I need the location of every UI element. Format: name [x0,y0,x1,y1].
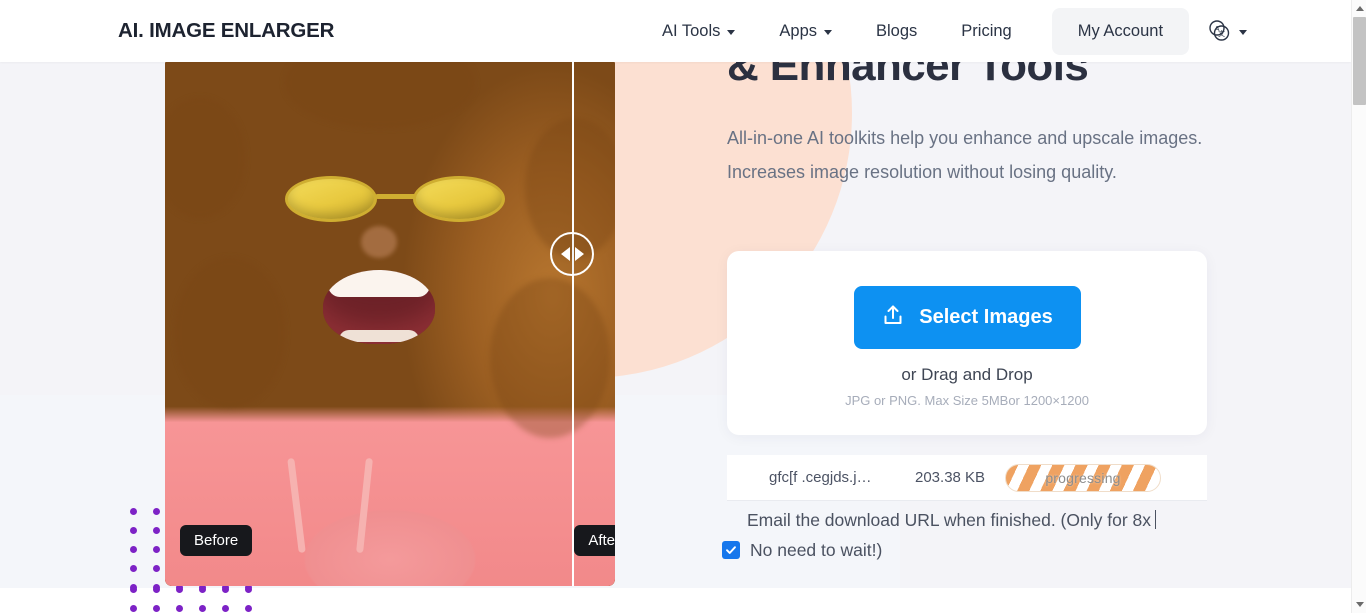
file-limit-text: JPG or PNG. Max Size 5MBor 1200×1200 [845,393,1089,408]
translate-language-icon: A 文 [1207,19,1231,43]
scroll-down-arrow-icon[interactable] [1352,597,1366,612]
nav-item-ai-tools[interactable]: AI Tools [640,14,757,49]
file-row: gfc[f .cegjds.j… 203.38 KB progressing [727,455,1207,501]
email-notification-option: Email the download URL when finished. (O… [722,505,1222,565]
main-navigation: AI Tools Apps Blogs Pricing My Account A… [640,7,1248,55]
chevron-down-icon [1239,29,1248,35]
decorative-dot [130,546,137,553]
file-name: gfc[f .cegjds.j… [769,469,872,486]
decorative-dot [153,586,160,593]
decorative-dot [222,605,229,612]
progress-status-badge: progressing [1005,463,1161,492]
hero-description: All-in-one AI toolkits help you enhance … [727,128,1203,182]
scrollbar-thumb[interactable] [1353,17,1366,105]
decorative-dot [130,605,137,612]
language-selector[interactable]: A 文 [1207,19,1248,43]
decorative-dot [245,605,252,612]
text-cursor [1155,510,1156,529]
decorative-dot [153,565,160,572]
drag-and-drop-text: or Drag and Drop [901,365,1033,384]
email-option-text-line2: No need to wait!) [722,535,1222,565]
my-account-button[interactable]: My Account [1051,7,1190,55]
nav-item-blogs[interactable]: Blogs [854,14,939,49]
decorative-dot [153,605,160,612]
email-option-text: Email the download URL when finished. (O… [747,510,1151,530]
decorative-dot [245,586,252,593]
site-header: AI. IMAGE ENLARGER AI Tools Apps Blogs P… [0,0,1351,62]
site-logo[interactable]: AI. IMAGE ENLARGER [118,19,334,43]
nav-item-apps[interactable]: Apps [757,14,854,49]
scroll-up-arrow-icon[interactable] [1352,1,1366,16]
page-root: AI. IMAGE ENLARGER AI Tools Apps Blogs P… [0,0,1366,613]
decorative-dot [130,508,137,515]
decorative-dot [176,586,183,593]
comparison-divider-line [572,58,574,586]
svg-text:文: 文 [1218,29,1225,38]
decorative-dot [130,527,137,534]
progress-status-label: progressing [1045,469,1121,486]
before-label: Before [180,525,253,556]
decorative-dot [153,508,160,515]
file-size: 203.38 KB [915,469,986,486]
email-option-text-2: No need to wait!) [750,540,883,560]
upload-card: Select Images or Drag and Drop JPG or PN… [727,251,1207,435]
decorative-dot [130,565,137,572]
portrait-photo [165,58,615,586]
sunglasses [285,176,505,222]
nav-label-ai-tools: AI Tools [662,21,721,40]
comparison-slider-handle[interactable] [550,232,594,276]
decorative-dot [199,605,206,612]
nav-label-blogs: Blogs [876,21,918,40]
decorative-dot [176,605,183,612]
chevron-down-icon [727,29,736,35]
nav-label-pricing: Pricing [961,21,1012,40]
left-white-strip [0,588,700,613]
left-arrow-icon [560,247,570,261]
decorative-dot [130,586,137,593]
nose [361,226,397,258]
email-option-text-line1: Email the download URL when finished. (O… [747,505,1222,535]
right-arrow-icon [574,247,584,261]
decorative-dot [153,527,160,534]
page-scrollbar[interactable] [1351,0,1366,613]
decorative-dot-grid-front [130,586,255,613]
nav-label-apps: Apps [779,21,818,40]
decorative-dot [199,586,206,593]
before-after-comparison[interactable]: Before After [165,58,615,586]
chevron-down-icon [824,29,833,35]
email-notification-checkbox[interactable] [722,541,740,559]
mouth [323,270,435,344]
upload-icon [881,303,905,333]
decorative-dot [222,586,229,593]
after-label: After [574,525,615,556]
nav-item-pricing[interactable]: Pricing [939,14,1033,49]
select-images-button[interactable]: Select Images [853,286,1081,349]
decorative-dot [153,546,160,553]
select-images-label: Select Images [919,306,1053,328]
